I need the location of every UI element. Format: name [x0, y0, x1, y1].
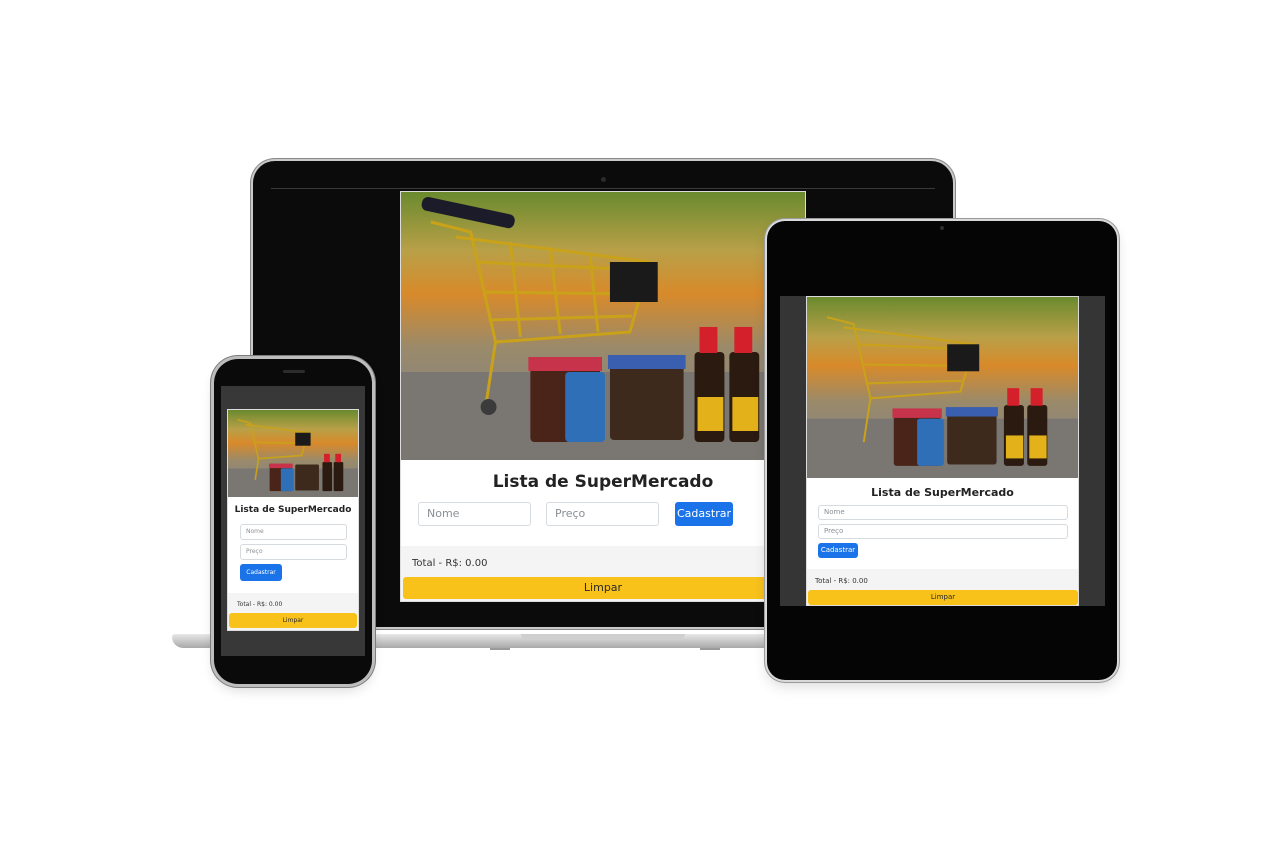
page-title: Lista de SuperMercado — [492, 472, 714, 492]
name-input[interactable]: Nome — [418, 502, 531, 526]
cart-photo — [228, 410, 358, 497]
laptop-app-card: Lista de SuperMercado Nome Preço Cadastr… — [400, 191, 806, 602]
total-label: Total - R$: 0.00 — [412, 558, 488, 569]
price-input[interactable]: Preço — [546, 502, 659, 526]
submit-button[interactable]: Cadastrar — [675, 502, 733, 526]
shopping-cart-photo-icon — [228, 418, 358, 497]
laptop-camera — [601, 177, 606, 182]
phone-speaker — [283, 370, 305, 373]
phone-app-card: Lista de SuperMercado Nome Preço Cadastr… — [227, 409, 359, 631]
shopping-cart-photo-icon — [807, 316, 1078, 478]
total-label: Total - R$: 0.00 — [237, 601, 283, 608]
laptop-screen-edge — [271, 188, 935, 189]
shopping-cart-photo-icon — [401, 196, 805, 460]
price-input[interactable]: Preço — [240, 544, 347, 560]
tablet-camera — [940, 226, 944, 230]
cart-photo — [401, 192, 805, 460]
laptop-foot — [700, 648, 720, 650]
price-input[interactable]: Preço — [818, 524, 1068, 539]
laptop-foot — [490, 648, 510, 650]
name-input[interactable]: Nome — [818, 505, 1068, 520]
clear-button[interactable]: Limpar — [808, 590, 1078, 605]
page-title: Lista de SuperMercado — [234, 505, 352, 515]
cart-photo — [807, 297, 1078, 478]
laptop-notch — [521, 634, 685, 640]
page-title: Lista de SuperMercado — [871, 486, 1014, 499]
tablet-app-card: Lista de SuperMercado Nome Preço Cadastr… — [806, 296, 1079, 606]
clear-button[interactable]: Limpar — [229, 613, 357, 628]
submit-button[interactable]: Cadastrar — [818, 543, 858, 558]
submit-button[interactable]: Cadastrar — [240, 564, 282, 581]
total-label: Total - R$: 0.00 — [815, 577, 868, 585]
name-input[interactable]: Nome — [240, 524, 347, 540]
clear-button[interactable]: Limpar — [403, 577, 803, 599]
